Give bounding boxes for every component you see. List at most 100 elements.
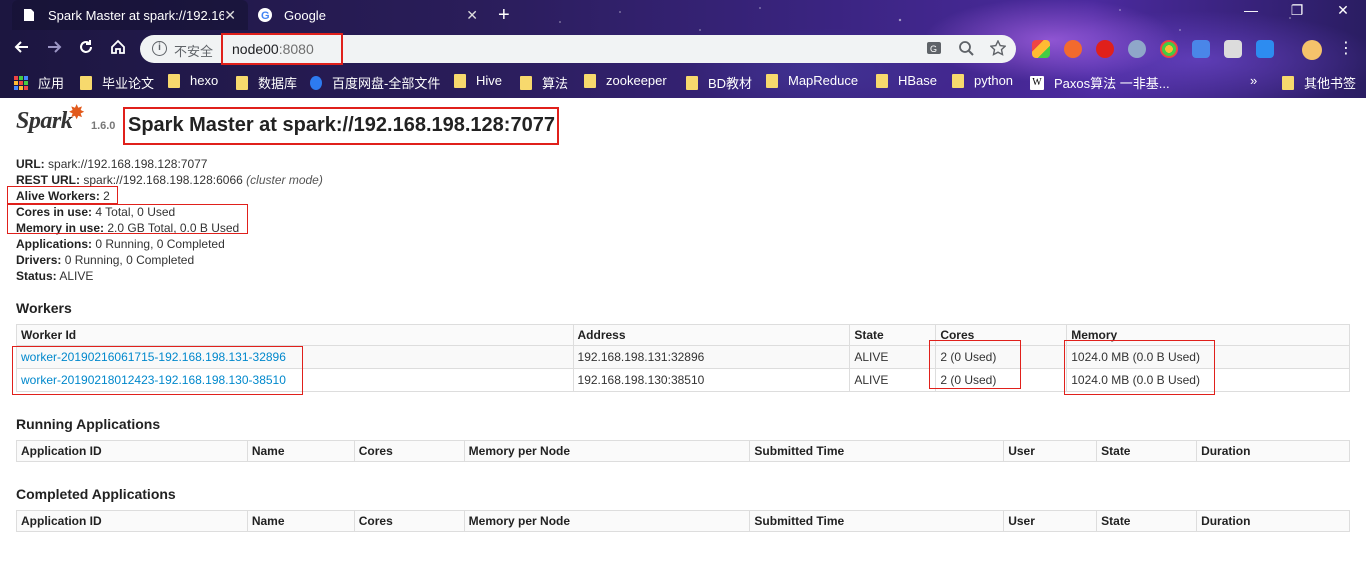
worker-address: 192.168.198.131:32896	[572, 345, 851, 369]
folder-icon	[686, 75, 698, 90]
completed-applications-heading: Completed Applications	[16, 486, 176, 502]
extension-icon[interactable]	[1096, 40, 1114, 58]
column-header[interactable]: User	[1003, 510, 1098, 532]
bookmark-folder[interactable]: Hive	[454, 73, 502, 88]
bookmark-folder[interactable]: hexo	[168, 73, 218, 88]
column-header[interactable]: Application ID	[16, 440, 248, 462]
bookmark-folder[interactable]: 数据库	[236, 73, 297, 92]
workers-heading: Workers	[16, 300, 72, 316]
spark-logo[interactable]: Spark ✸ 1.6.0	[16, 102, 116, 135]
tab-title: Google	[284, 7, 326, 23]
baidu-cloud-icon	[310, 75, 322, 90]
column-header[interactable]: Cores	[353, 440, 465, 462]
bookmark-other[interactable]: 其他书签	[1282, 73, 1356, 92]
reload-icon	[80, 40, 92, 53]
page-icon	[22, 8, 36, 22]
tab-google[interactable]: G Google ✕	[250, 0, 490, 30]
tab-spark-master[interactable]: Spark Master at spark://192.16 ✕	[12, 0, 248, 30]
restore-button[interactable]: ❐	[1274, 2, 1320, 19]
column-header[interactable]: Submitted Time	[749, 440, 1005, 462]
folder-icon	[1282, 75, 1294, 90]
home-button[interactable]	[106, 38, 130, 62]
worker-id-highlight-box	[12, 346, 303, 395]
column-header[interactable]: State	[1096, 440, 1198, 462]
forward-button[interactable]	[42, 38, 66, 62]
arrow-right-icon	[48, 41, 62, 53]
info-applications: Applications: 0 Running, 0 Completed	[16, 237, 225, 251]
bookmark-folder[interactable]: MapReduce	[766, 73, 858, 88]
folder-icon	[876, 73, 888, 88]
folder-icon	[80, 75, 92, 90]
bookmark-apps[interactable]: 应用	[14, 73, 64, 92]
column-header[interactable]: Application ID	[16, 510, 248, 532]
url-highlight-box	[221, 33, 343, 65]
spark-version: 1.6.0	[90, 120, 116, 132]
svg-text:G: G	[261, 10, 270, 22]
extension-icon[interactable]	[1256, 40, 1274, 58]
bookmark-folder[interactable]: HBase	[876, 73, 937, 88]
extension-icon[interactable]	[1032, 40, 1050, 58]
close-window-button[interactable]: ✕	[1320, 2, 1366, 19]
extension-icon[interactable]	[1192, 40, 1210, 58]
bookmark-folder[interactable]: 毕业论文	[80, 73, 154, 92]
column-header[interactable]: Name	[246, 510, 355, 532]
browser-chrome: Spark Master at spark://192.16 ✕ G Googl…	[0, 0, 1366, 98]
column-header[interactable]: User	[1003, 440, 1098, 462]
column-header[interactable]: Address	[572, 324, 851, 346]
title-highlight-box	[123, 107, 559, 145]
worker-state: ALIVE	[849, 368, 937, 392]
spark-master-page: Spark ✸ 1.6.0 Spark Master at spark://19…	[0, 98, 1366, 564]
minimize-button[interactable]: —	[1228, 2, 1274, 18]
google-icon: G	[258, 8, 272, 22]
bookmarks-overflow-button[interactable]: »	[1250, 73, 1257, 88]
column-header[interactable]: State	[1096, 510, 1198, 532]
info-drivers: Drivers: 0 Running, 0 Completed	[16, 253, 195, 267]
cores-highlight-box	[929, 340, 1021, 389]
folder-icon	[584, 73, 596, 88]
menu-icon[interactable]: ⋮	[1338, 38, 1354, 58]
column-header[interactable]: Submitted Time	[749, 510, 1005, 532]
spark-star-icon: ✸	[68, 102, 85, 124]
back-button[interactable]	[10, 38, 34, 62]
close-icon[interactable]: ✕	[224, 7, 236, 24]
zoom-icon[interactable]	[958, 40, 974, 59]
bookmark-folder[interactable]: zookeeper	[584, 73, 667, 88]
column-header[interactable]: Duration	[1196, 510, 1350, 532]
svg-text:G: G	[930, 44, 937, 54]
profile-avatar[interactable]	[1302, 40, 1322, 60]
folder-icon	[520, 75, 532, 90]
worker-address: 192.168.198.130:38510	[572, 368, 851, 392]
info-url: URL: spark://192.168.198.128:7077	[16, 157, 208, 171]
bookmarks-bar: 应用 毕业论文 hexo 数据库 百度网盘-全部文件 Hive 算法 zooke…	[0, 70, 1366, 94]
running-applications-table: Application ID Name Cores Memory per Nod…	[16, 440, 1350, 462]
extension-icon[interactable]	[1064, 40, 1082, 58]
security-label: 不安全	[174, 44, 214, 59]
folder-icon	[952, 73, 964, 88]
folder-icon	[168, 73, 180, 88]
bookmark-baidu[interactable]: 百度网盘-全部文件	[310, 73, 440, 92]
folder-icon	[454, 73, 466, 88]
alive-workers-highlight-box	[7, 186, 118, 204]
column-header[interactable]: Memory per Node	[463, 510, 751, 532]
new-tab-button[interactable]: +	[498, 4, 510, 27]
star-icon[interactable]	[989, 39, 1007, 59]
column-header[interactable]: Cores	[353, 510, 465, 532]
bookmark-folder[interactable]: 算法	[520, 73, 568, 92]
extension-icon[interactable]	[1224, 40, 1242, 58]
reload-button[interactable]	[74, 38, 98, 62]
column-header[interactable]: Memory per Node	[463, 440, 751, 462]
bookmark-paxos[interactable]: W Paxos算法 一非基...	[1030, 73, 1170, 92]
info-icon[interactable]: i	[152, 41, 167, 56]
bookmark-folder[interactable]: python	[952, 73, 1013, 88]
column-header[interactable]: Worker Id	[16, 324, 574, 346]
column-header[interactable]: Name	[246, 440, 355, 462]
extension-icon[interactable]	[1160, 40, 1178, 58]
running-applications-heading: Running Applications	[16, 416, 161, 432]
column-header[interactable]: Duration	[1196, 440, 1350, 462]
tab-title: Spark Master at spark://192.16	[48, 7, 224, 23]
extension-icon[interactable]	[1128, 40, 1146, 58]
translate-icon[interactable]: G	[926, 40, 942, 59]
close-icon[interactable]: ✕	[466, 7, 478, 24]
bookmark-folder[interactable]: BD教材	[686, 73, 752, 92]
column-header[interactable]: State	[849, 324, 937, 346]
